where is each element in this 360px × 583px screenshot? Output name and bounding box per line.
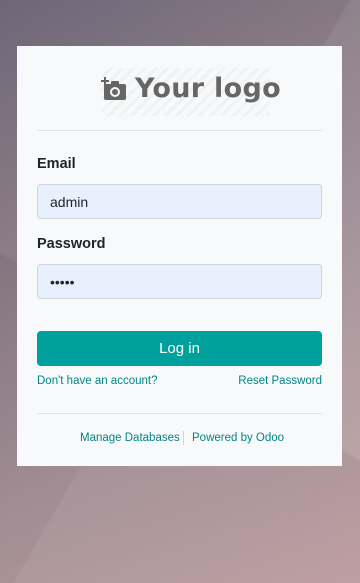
camera-plus-icon (101, 77, 126, 100)
email-field[interactable] (37, 184, 322, 219)
reset-password-link[interactable]: Reset Password (238, 375, 322, 387)
divider (37, 130, 322, 131)
logo-text: Your logo (135, 73, 281, 104)
manage-databases-link[interactable]: Manage Databases (80, 432, 180, 444)
password-field[interactable] (37, 264, 322, 299)
email-label: Email (37, 156, 76, 172)
signup-link[interactable]: Don't have an account? (37, 375, 157, 387)
login-card: Your logo Email Password Log in Don't ha… (17, 46, 342, 466)
login-button[interactable]: Log in (37, 331, 322, 366)
password-label: Password (37, 236, 106, 252)
footer-separator (183, 431, 184, 445)
powered-by-odoo-link[interactable]: Powered by Odoo (192, 432, 284, 444)
footer-divider (37, 413, 322, 414)
